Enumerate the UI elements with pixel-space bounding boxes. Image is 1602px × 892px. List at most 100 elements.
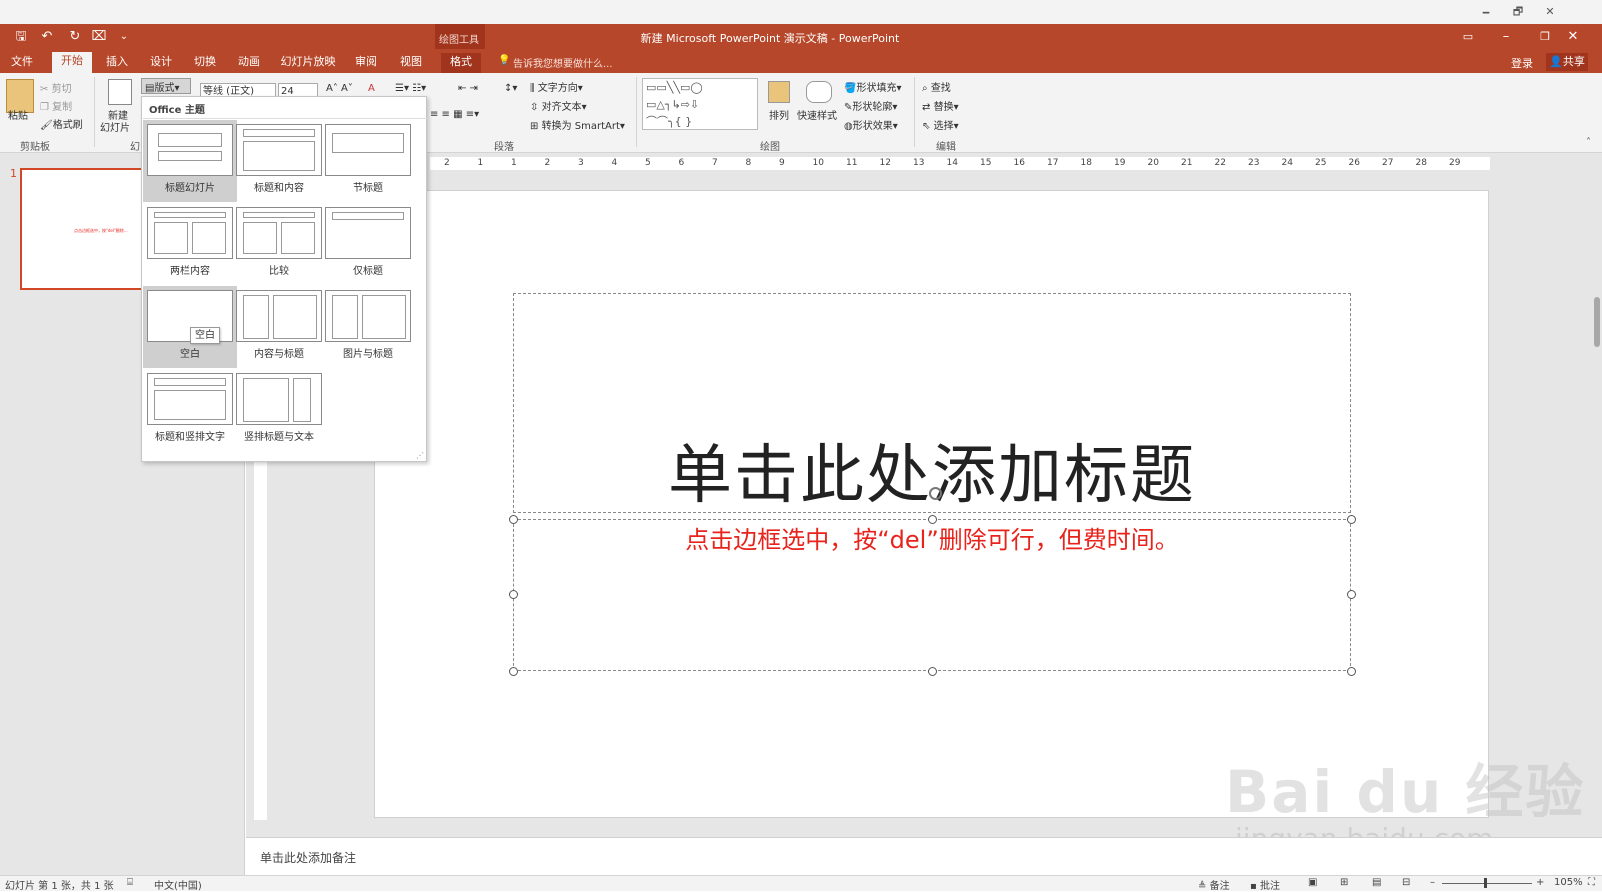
slideshow-view-icon[interactable]: ⊟ [1402,877,1410,888]
layout-option[interactable] [325,290,411,342]
layout-option[interactable] [236,207,322,259]
layout-option[interactable] [147,124,233,176]
quick-styles-label[interactable]: 快速样式 [797,107,837,122]
resize-handle[interactable] [509,515,518,524]
title-restore-button[interactable]: ❐ [1536,28,1554,46]
vertical-scrollbar[interactable] [1594,297,1600,347]
tab-slideshow[interactable]: 幻灯片放映 [276,53,340,73]
collapse-ribbon-icon[interactable]: ˄ [1586,137,1591,148]
cut-button[interactable]: ✂ 剪切 [40,80,72,95]
layout-option[interactable] [236,373,322,425]
minimize-button[interactable]: 🗕 [1476,3,1496,21]
new-slide-icon[interactable] [108,79,132,105]
layout-button[interactable]: ▤版式▾ [141,78,191,94]
resize-handle[interactable] [1347,667,1356,676]
spell-check-icon[interactable]: ⌸ [127,877,133,888]
close-button[interactable]: ✕ [1540,3,1560,21]
rotate-handle-icon[interactable] [929,487,942,500]
zoom-slider[interactable] [1442,883,1532,884]
tab-review[interactable]: 审阅 [348,53,384,73]
new-slide-label2[interactable]: 幻灯片 [100,119,130,134]
resize-grip-icon[interactable]: ⋰ [416,451,424,460]
tab-transitions[interactable]: 切换 [187,53,223,73]
slide-info: 幻灯片 第 1 张，共 1 张 [5,881,114,892]
comments-toggle[interactable]: ▪ 批注 [1250,877,1280,892]
normal-view-icon[interactable]: ▣ [1308,877,1317,888]
indent-icon[interactable]: ⇤ ⇥ [458,83,478,94]
undo-icon[interactable]: ↶ [38,28,56,46]
subtitle-placeholder[interactable]: 点击边框选中，按“del”删除可行，但费时间。 [513,519,1351,671]
tab-design[interactable]: 设计 [143,53,179,73]
tab-home[interactable]: 开始 [52,52,92,73]
tab-view[interactable]: 视图 [393,53,429,73]
language-indicator[interactable]: 中文(中国) [154,877,202,892]
format-painter-button[interactable]: 🖌格式刷 [40,116,83,131]
customize-qat-icon[interactable]: ⌄ [115,28,133,46]
zoom-in-icon[interactable]: + [1536,877,1544,888]
shapes-gallery[interactable]: ▭▭╲╲▭◯ ▭△┐↳⇨⇩ ⌒⌒╮{ } [642,78,758,130]
line-spacing-icon[interactable]: ↕▾ [504,83,517,94]
arrange-icon[interactable] [768,81,790,103]
tab-format[interactable]: 格式 [441,53,481,73]
resize-handle[interactable] [509,667,518,676]
clipboard-group-label: 剪贴板 [20,142,50,153]
layout-option[interactable] [147,373,233,425]
layout-option[interactable] [325,207,411,259]
notes-pane[interactable]: 单击此处添加备注 [246,837,1602,875]
layout-option-label: 图片与标题 [343,349,393,360]
sign-in-link[interactable]: 登录 [1511,55,1533,71]
resize-handle[interactable] [1347,515,1356,524]
layout-option[interactable] [147,207,233,259]
resize-handle[interactable] [928,515,937,524]
layout-placeholder [293,378,311,422]
tab-insert[interactable]: 插入 [99,53,135,73]
fit-slide-icon[interactable]: ⛶ [1588,877,1595,888]
arrange-label[interactable]: 排列 [769,107,789,122]
shape-effects-button[interactable]: ◍形状效果▾ [844,117,898,132]
layout-option[interactable] [236,290,322,342]
save-icon[interactable]: 🖫 [12,28,30,46]
present-icon[interactable]: ⌧ [90,28,108,46]
ruler-tick-label: 25 [1315,158,1327,168]
share-button[interactable]: 👤共享 [1546,53,1588,71]
tell-me-input[interactable]: 告诉我您想要做什么... [513,55,613,70]
grow-font-icon[interactable]: A˄ A˅ [326,83,353,94]
tab-animations[interactable]: 动画 [231,53,267,73]
resize-handle[interactable] [928,667,937,676]
cursor-icon: ⇖ [922,121,931,132]
smartart-button[interactable]: ⊞ 转换为 SmartArt▾ [530,117,625,132]
zoom-level[interactable]: 105% [1554,877,1583,888]
title-close-button[interactable]: ✕ [1564,28,1582,46]
shape-outline-button[interactable]: ✎形状轮廓▾ [844,98,897,113]
align-text-button[interactable]: ⇳ 对齐文本▾ [530,98,587,113]
zoom-slider-thumb[interactable] [1484,878,1487,888]
reading-view-icon[interactable]: ▤ [1372,877,1381,888]
find-button[interactable]: ⌕ 查找 [922,79,951,94]
title-placeholder[interactable]: 单击此处添加标题 [513,293,1351,513]
zoom-out-icon[interactable]: – [1430,877,1435,888]
resize-handle[interactable] [1347,590,1356,599]
text-direction-button[interactable]: ⫼ 文字方向▾ [530,79,583,94]
restore-button[interactable]: 🗗 [1508,3,1528,21]
layout-option[interactable] [236,124,322,176]
copy-button[interactable]: ❐ 复制 [40,98,72,113]
layout-option[interactable] [325,124,411,176]
quick-styles-icon[interactable] [806,81,832,103]
replace-button[interactable]: ⇄ 替换▾ [922,98,959,113]
redo-icon[interactable]: ↻ [66,28,84,46]
slide-sorter-icon[interactable]: ⊞ [1340,877,1348,888]
paste-label[interactable]: 粘贴 [8,107,28,122]
clear-format-icon[interactable]: A [368,83,375,94]
bullets-icon[interactable]: ☰▾ ☷▾ [395,83,426,94]
layout-option-label: 竖排标题与文本 [244,432,314,443]
shape-fill-button[interactable]: 🪣形状填充▾ [844,79,901,94]
align-icons[interactable]: ≡ ≡ ▦ ≡▾ [430,109,479,120]
notes-toggle[interactable]: ≜ 备注 [1198,877,1230,892]
resize-handle[interactable] [509,590,518,599]
title-bar: 绘图工具 🖫 ↶ ↻ ⌧ ⌄ 新建 Microsoft PowerPoint 演… [0,24,1602,73]
title-minimize-button[interactable]: – [1497,28,1515,46]
select-button[interactable]: ⇖ 选择▾ [922,117,959,132]
ribbon-display-icon[interactable]: ▭ [1459,28,1477,46]
tab-file[interactable]: 文件 [4,53,40,73]
slide-thumbnail[interactable]: 点击边框选中，按"del"删除... [20,168,148,290]
